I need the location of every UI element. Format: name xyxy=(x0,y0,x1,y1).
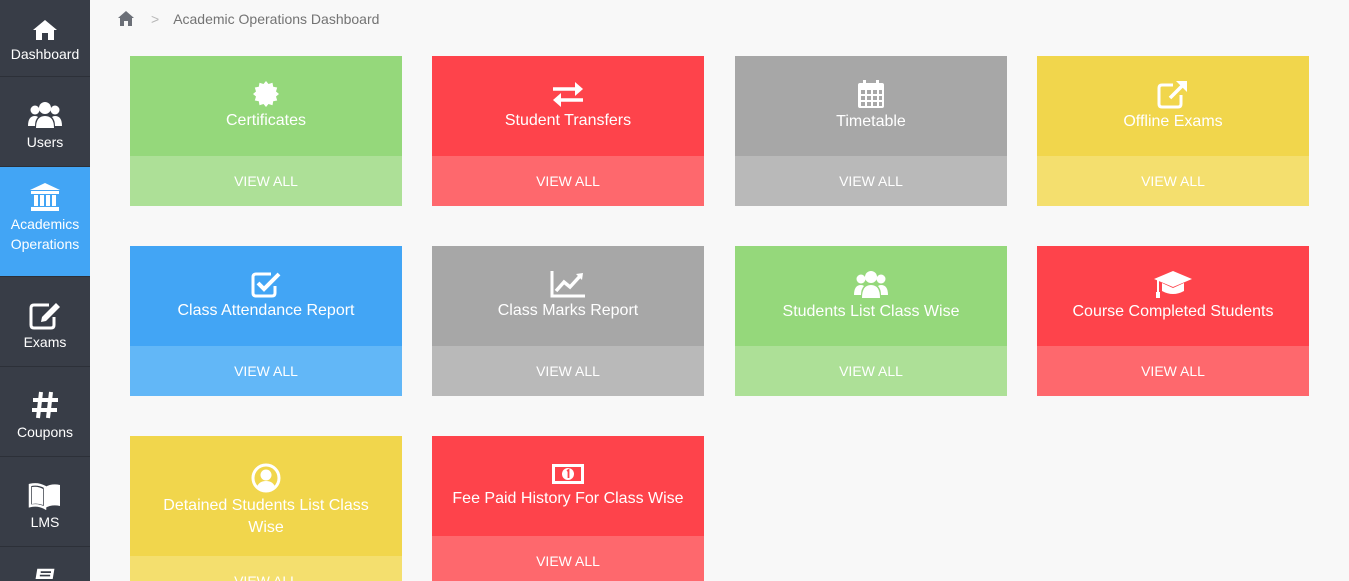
sidebar-item-label: Users xyxy=(26,134,64,150)
card-title: Class Marks Report xyxy=(497,302,639,319)
card-fee-paid-history-for-class-wise: Fee Paid History For Class Wise VIEW ALL xyxy=(432,436,704,581)
card-title: Student Transfers xyxy=(504,112,632,129)
card-header: Class Marks Report xyxy=(432,246,704,346)
view-all-button[interactable]: VIEW ALL xyxy=(432,156,704,206)
check-square-icon xyxy=(251,272,281,298)
users-icon xyxy=(28,102,62,128)
home-icon xyxy=(33,20,57,40)
card-header: Certificates xyxy=(130,56,402,156)
home-icon[interactable] xyxy=(117,10,135,28)
view-all-button[interactable]: VIEW ALL xyxy=(130,346,402,396)
sidebar-item-label: Coupons xyxy=(16,424,74,440)
sidebar-item-label: Academics Operations xyxy=(10,216,80,252)
sidebar-item-lms[interactable]: LMS xyxy=(0,457,90,547)
card-header: Timetable xyxy=(735,56,1007,156)
card-header: Offline Exams xyxy=(1037,56,1309,156)
edit-icon xyxy=(29,303,60,330)
certificate-icon xyxy=(253,81,279,107)
view-all-button[interactable]: VIEW ALL xyxy=(735,346,1007,396)
user-circle-icon xyxy=(251,463,281,493)
card-header: Detained Students List Class Wise xyxy=(130,436,402,556)
card-student-transfers: Student Transfers VIEW ALL xyxy=(432,56,704,206)
card-title: Class Attendance Report xyxy=(177,302,355,319)
breadcrumb-separator: > xyxy=(151,11,160,27)
card-students-list-class-wise: Students List Class Wise VIEW ALL xyxy=(735,246,1007,396)
money-icon xyxy=(552,464,584,484)
card-header: Student Transfers xyxy=(432,56,704,156)
ticket-icon xyxy=(35,568,55,579)
card-title: Certificates xyxy=(225,112,307,129)
view-all-button[interactable]: VIEW ALL xyxy=(1037,346,1309,396)
exchange-icon xyxy=(553,82,583,107)
external-link-icon xyxy=(1157,81,1187,109)
breadcrumb: > Academic Operations Dashboard xyxy=(90,0,1349,38)
users-icon xyxy=(854,271,888,298)
sidebar-item-label: Exams xyxy=(23,334,67,350)
card-class-attendance-report: Class Attendance Report VIEW ALL xyxy=(130,246,402,396)
card-title: Timetable xyxy=(836,113,906,130)
view-all-button[interactable]: VIEW ALL xyxy=(432,536,704,581)
card-course-completed-students: Course Completed Students VIEW ALL xyxy=(1037,246,1309,396)
calendar-icon xyxy=(858,80,884,108)
card-timetable: Timetable VIEW ALL xyxy=(735,56,1007,206)
card-title: Course Completed Students xyxy=(1072,303,1274,320)
card-header: Course Completed Students xyxy=(1037,246,1309,346)
breadcrumb-current: Academic Operations Dashboard xyxy=(173,11,380,27)
book-icon xyxy=(28,483,60,510)
hashtag-icon xyxy=(32,391,58,419)
sidebar-item-coupons[interactable]: Coupons xyxy=(0,367,90,457)
card-certificates: Certificates VIEW ALL xyxy=(130,56,402,206)
card-offline-exams: Offline Exams VIEW ALL xyxy=(1037,56,1309,206)
card-header: Fee Paid History For Class Wise xyxy=(432,436,704,536)
sidebar-item-academics-operations[interactable]: Academics Operations xyxy=(0,167,90,277)
sidebar-item-users[interactable]: Users xyxy=(0,77,90,167)
card-title: Detained Students List Class Wise xyxy=(163,497,369,536)
card-title: Offline Exams xyxy=(1123,113,1223,130)
card-detained-students-list-class-wise: Detained Students List Class Wise VIEW A… xyxy=(130,436,402,581)
card-class-marks-report: Class Marks Report VIEW ALL xyxy=(432,246,704,396)
card-header: Class Attendance Report xyxy=(130,246,402,346)
card-header: Students List Class Wise xyxy=(735,246,1007,346)
view-all-button[interactable]: VIEW ALL xyxy=(432,346,704,396)
graduation-cap-icon xyxy=(1154,271,1192,298)
institution-icon xyxy=(30,183,60,211)
sidebar-item-dashboard[interactable]: Dashboard xyxy=(0,0,90,77)
line-chart-icon xyxy=(550,271,585,298)
view-all-button[interactable]: VIEW ALL xyxy=(1037,156,1309,206)
view-all-button[interactable]: VIEW ALL xyxy=(735,156,1007,206)
view-all-button[interactable]: VIEW ALL xyxy=(130,156,402,206)
card-title: Students List Class Wise xyxy=(782,303,960,320)
sidebar-item-more[interactable] xyxy=(0,547,90,581)
sidebar-item-exams[interactable]: Exams xyxy=(0,277,90,367)
sidebar-item-label: LMS xyxy=(30,514,60,530)
card-title: Fee Paid History For Class Wise xyxy=(452,490,684,507)
view-all-button[interactable]: VIEW ALL xyxy=(130,556,402,581)
sidebar-item-label: Dashboard xyxy=(10,46,80,62)
sidebar: Dashboard Users Academics Operations Exa… xyxy=(0,0,90,581)
